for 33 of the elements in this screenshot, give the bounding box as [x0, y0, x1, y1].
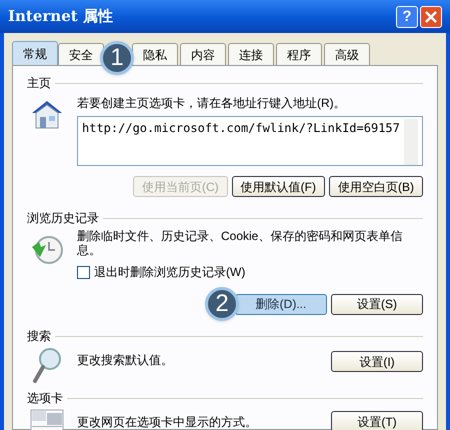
section-heading: 选项卡 [27, 390, 63, 407]
dialog-button[interactable]: 设置(I) [331, 351, 423, 372]
scrollbar [404, 119, 418, 165]
checkbox-label: 退出时删除浏览历史记录(W) [94, 264, 246, 281]
tab[interactable]: 安全 [58, 43, 104, 65]
dialog-button[interactable]: 使用默认值(F) [232, 176, 325, 197]
description: 更改网页在选项卡中显示的方式。 [77, 414, 258, 430]
section-heading: 主页 [27, 75, 51, 92]
help-button[interactable]: ? [396, 6, 418, 28]
house-icon [30, 98, 64, 130]
description: 若要创建主页选项卡，请在各地址行键入地址(R)。 [77, 95, 347, 112]
address-field[interactable]: http://go.microsoft.com/fwlink/?LinkId=69157 [77, 116, 423, 166]
close-button[interactable] [420, 6, 442, 28]
close-icon [425, 10, 437, 22]
dialog-button[interactable]: 删除(D)... [235, 294, 327, 314]
clock-icon [30, 233, 64, 267]
dialog-button[interactable]: 使用空白页(B) [329, 176, 423, 197]
tab[interactable]: 连接 [228, 43, 274, 65]
checkbox[interactable] [77, 266, 90, 278]
section-heading: 搜索 [27, 328, 51, 345]
section-heading: 浏览历史记录 [27, 210, 99, 227]
description: 更改搜索默认值。 [77, 352, 174, 369]
dialog-button[interactable]: 设置(S) [331, 294, 423, 314]
tab[interactable]: 常规 [12, 41, 58, 65]
magnifier-icon [32, 347, 62, 385]
tab[interactable]: 高级 [324, 43, 370, 65]
tab[interactable]: 程序 [276, 43, 322, 65]
description: 删除临时文件、历史记录、Cookie、保存的密码和网页表单信息。 [77, 229, 404, 257]
step-badge: 2 [205, 287, 239, 321]
tab[interactable]: 隐私 [132, 43, 178, 65]
dialog-button[interactable]: 设置(T) [331, 411, 423, 430]
window-title: Internet 属性 [8, 6, 114, 28]
tab[interactable]: 内容 [180, 43, 226, 65]
